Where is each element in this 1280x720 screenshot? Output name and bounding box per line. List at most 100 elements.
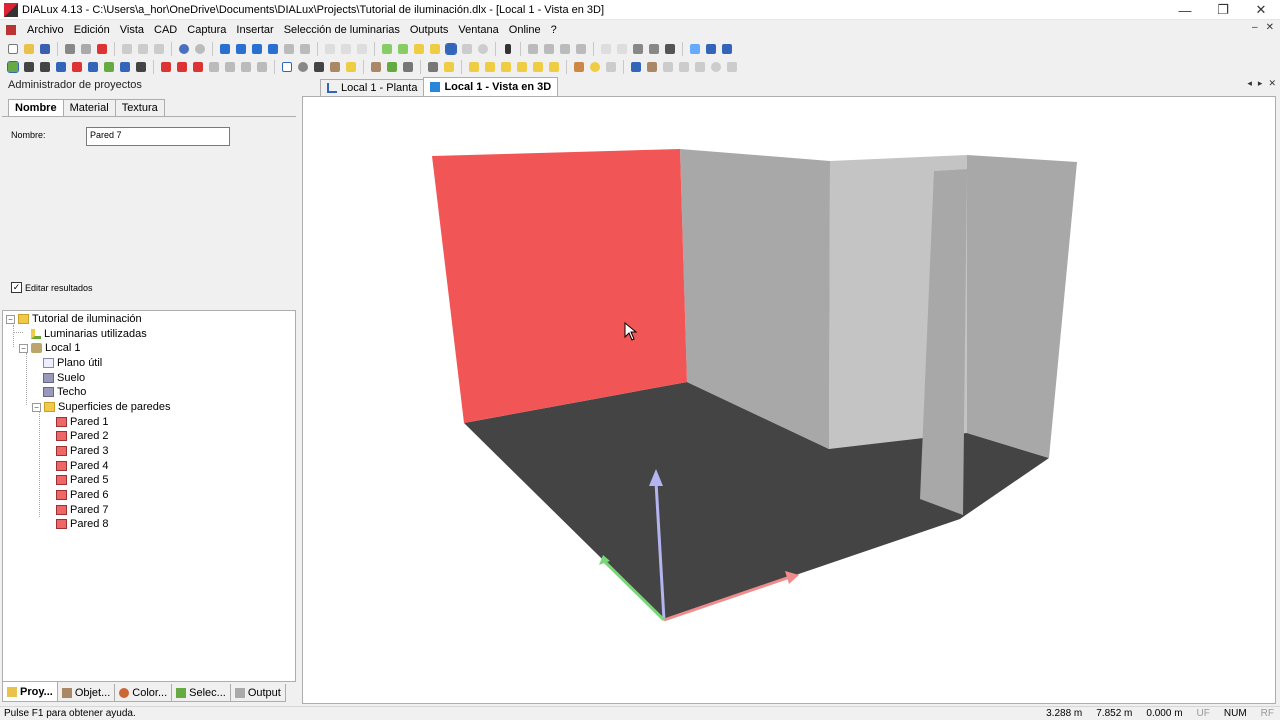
shape-e-icon[interactable] — [531, 60, 545, 74]
sphere-icon[interactable] — [476, 42, 490, 56]
print-preview-icon[interactable] — [79, 42, 93, 56]
grid-table-icon[interactable] — [572, 60, 586, 74]
menu-vista[interactable]: Vista — [115, 24, 149, 36]
menu-help[interactable]: ? — [546, 24, 562, 36]
orbit-icon[interactable] — [312, 60, 326, 74]
sun-icon[interactable] — [588, 60, 602, 74]
tree-item-wall-selected[interactable]: Pared 7 — [56, 503, 109, 517]
document-icon[interactable] — [6, 25, 16, 35]
arrow-tool-icon[interactable] — [501, 42, 515, 56]
tree-item-wall-surfaces[interactable]: − Superficies de paredes — [32, 400, 171, 414]
print-icon[interactable] — [63, 42, 77, 56]
grid-d-icon[interactable] — [574, 42, 588, 56]
list-icon[interactable] — [615, 42, 629, 56]
screen-icon[interactable] — [663, 42, 677, 56]
menu-captura[interactable]: Captura — [182, 24, 231, 36]
circle-icon[interactable] — [709, 60, 723, 74]
shape-c-icon[interactable] — [499, 60, 513, 74]
scroll-right-icon[interactable]: ▸ — [1258, 78, 1263, 89]
tool-b-icon[interactable] — [339, 42, 353, 56]
grid-c-icon[interactable] — [558, 42, 572, 56]
save-icon[interactable] — [38, 42, 52, 56]
snap-grid-icon[interactable] — [54, 60, 68, 74]
zoom-fit-icon[interactable] — [298, 42, 312, 56]
rect-icon[interactable] — [725, 60, 739, 74]
tree-root[interactable]: − Tutorial de iluminación — [6, 312, 142, 326]
tree-item-wall[interactable]: Pared 4 — [56, 459, 109, 473]
menu-archivo[interactable]: Archivo — [22, 24, 69, 36]
magnifier-icon[interactable] — [296, 60, 310, 74]
paint-icon[interactable] — [369, 60, 383, 74]
snap-edge-icon[interactable] — [118, 60, 132, 74]
move-tool-icon[interactable] — [38, 60, 52, 74]
measure-f-icon[interactable] — [239, 60, 253, 74]
insert-line-icon[interactable] — [428, 42, 442, 56]
tab-objetos[interactable]: Objet... — [56, 684, 116, 702]
measure-g-icon[interactable] — [255, 60, 269, 74]
cut-icon[interactable] — [120, 42, 134, 56]
snap-point-icon[interactable] — [86, 60, 100, 74]
tree-item-floor[interactable]: Suelo — [43, 371, 85, 385]
tab-textura[interactable]: Textura — [114, 99, 165, 116]
front-view-icon[interactable] — [250, 42, 264, 56]
redo-icon[interactable] — [193, 42, 207, 56]
calc-icon[interactable] — [460, 42, 474, 56]
tree-item-ceiling[interactable]: Techo — [43, 385, 86, 399]
shape-b-icon[interactable] — [483, 60, 497, 74]
tree-item-wall[interactable]: Pared 8 — [56, 517, 109, 531]
curve-icon[interactable] — [693, 60, 707, 74]
tree-item-wall[interactable]: Pared 3 — [56, 444, 109, 458]
tree-icon[interactable] — [629, 60, 643, 74]
menu-insertar[interactable]: Insertar — [231, 24, 278, 36]
collapse-icon[interactable]: − — [6, 314, 15, 324]
tab-local1-plan[interactable]: Local 1 - Planta — [320, 79, 425, 96]
close-tab-icon[interactable]: ✕ — [1268, 78, 1276, 89]
walk-icon[interactable] — [328, 60, 342, 74]
insert-luminaire-icon[interactable] — [412, 42, 426, 56]
name-field[interactable]: Pared 7 — [86, 127, 230, 146]
hand-icon[interactable] — [645, 60, 659, 74]
side-view-icon[interactable] — [266, 42, 280, 56]
doc-minimize-button[interactable]: – — [1252, 22, 1258, 33]
shape-a-icon[interactable] — [467, 60, 481, 74]
leaf-icon[interactable] — [385, 60, 399, 74]
tree-item-wall[interactable]: Pared 1 — [56, 415, 109, 429]
snap-angle-icon[interactable] — [134, 60, 148, 74]
menu-seleccion-luminarias[interactable]: Selección de luminarias — [279, 24, 405, 36]
measure-b-icon[interactable] — [175, 60, 189, 74]
pan-icon[interactable] — [647, 42, 661, 56]
tab-proyecto[interactable]: Proy... — [2, 682, 58, 702]
restore-button[interactable]: ❐ — [1204, 0, 1242, 20]
copy-icon[interactable] — [136, 42, 150, 56]
menu-outputs[interactable]: Outputs — [405, 24, 454, 36]
snap-object-icon[interactable] — [70, 60, 84, 74]
edit-results-option[interactable]: ✓ Editar resultados — [11, 282, 93, 293]
menu-online[interactable]: Online — [504, 24, 546, 36]
new-file-icon[interactable] — [6, 42, 20, 56]
wall-back-right[interactable] — [967, 155, 1077, 458]
columns-icon[interactable] — [720, 42, 734, 56]
measure-a-icon[interactable] — [159, 60, 173, 74]
wireframe-icon[interactable] — [282, 42, 296, 56]
view-icon[interactable] — [604, 60, 618, 74]
tab-seleccion[interactable]: Selec... — [171, 684, 231, 702]
selected-wall-pared-7[interactable] — [432, 149, 687, 423]
tree-item-wall[interactable]: Pared 2 — [56, 429, 109, 443]
tree-item-wall[interactable]: Pared 5 — [56, 473, 109, 487]
polyline-icon[interactable] — [677, 60, 691, 74]
scroll-left-icon[interactable]: ◂ — [1247, 78, 1252, 89]
shape-f-icon[interactable] — [547, 60, 561, 74]
tree-item-room[interactable]: − Local 1 — [19, 341, 80, 355]
menu-edicion[interactable]: Edición — [69, 24, 115, 36]
snap-center-icon[interactable] — [102, 60, 116, 74]
undo-icon[interactable] — [177, 42, 191, 56]
draw-tool-icon[interactable] — [444, 42, 458, 56]
nodes-icon[interactable] — [688, 42, 702, 56]
doc-close-button[interactable]: ✕ — [1266, 22, 1274, 33]
layers-icon[interactable] — [704, 42, 718, 56]
table-icon[interactable] — [599, 42, 613, 56]
render-b-icon[interactable] — [442, 60, 456, 74]
texture-icon[interactable] — [401, 60, 415, 74]
tree-item-workplane[interactable]: Plano útil — [43, 356, 102, 370]
line-icon[interactable] — [661, 60, 675, 74]
